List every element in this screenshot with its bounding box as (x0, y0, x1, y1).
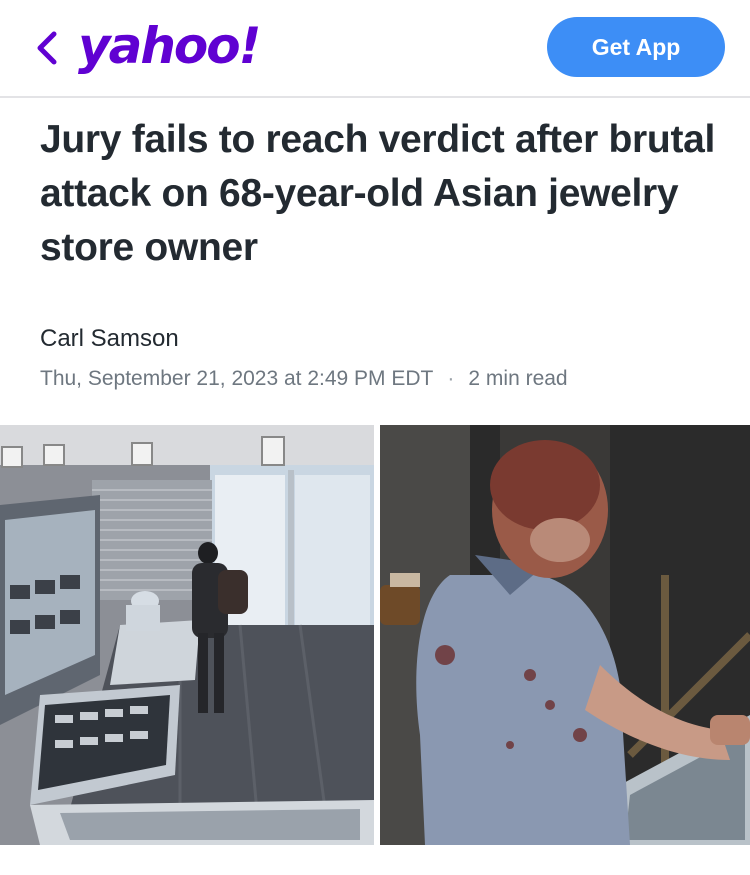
article-headline: Jury fails to reach verdict after brutal… (40, 118, 716, 269)
publish-date: Thu, September 21, 2023 at 2:49 PM EDT (40, 367, 434, 390)
article-image-row (0, 425, 750, 845)
read-time: 2 min read (468, 367, 568, 390)
article-author[interactable]: Carl Samson (40, 325, 179, 353)
surveillance-image-store-interior[interactable] (0, 425, 374, 845)
chevron-left-icon (37, 31, 57, 65)
get-app-button[interactable]: Get App (547, 17, 725, 77)
back-button[interactable] (30, 28, 62, 68)
top-navigation-bar: yahoo! Get App (0, 0, 750, 98)
meta-separator: · (447, 367, 455, 390)
yahoo-logo[interactable]: yahoo! (78, 14, 261, 78)
surveillance-image-injured-owner[interactable] (380, 425, 750, 845)
article-meta: Thu, September 21, 2023 at 2:49 PM EDT ·… (40, 367, 568, 391)
